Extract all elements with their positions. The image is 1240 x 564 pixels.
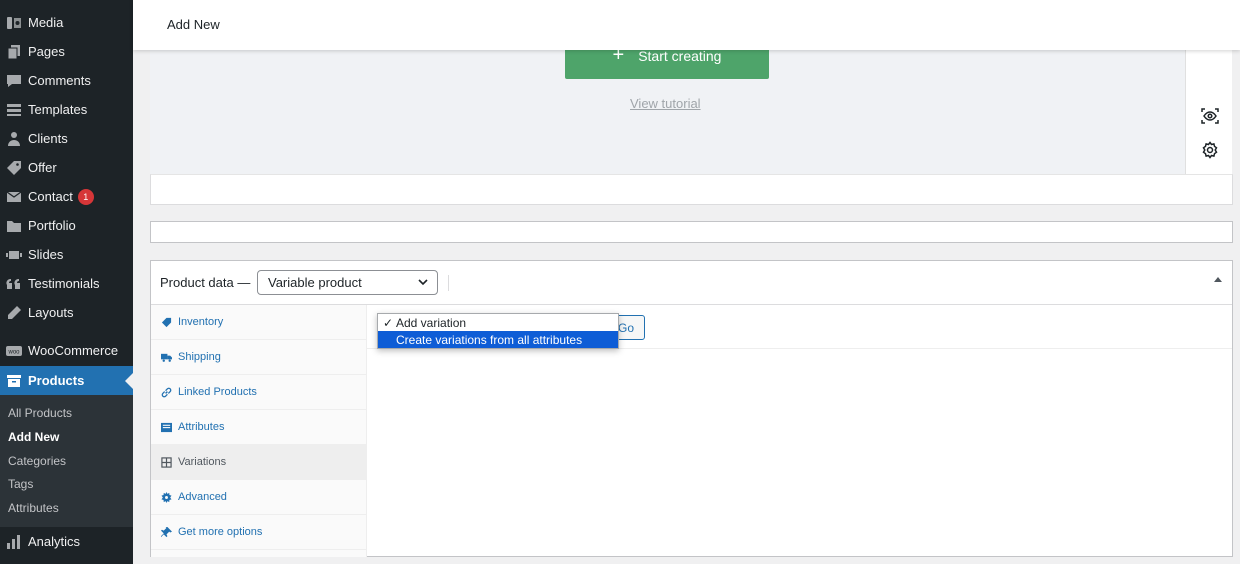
sidebar-item-label: Media bbox=[28, 15, 64, 30]
sidebar-item-pages[interactable]: Pages bbox=[0, 37, 133, 66]
media-icon bbox=[4, 15, 24, 31]
submenu-all-products[interactable]: All Products bbox=[8, 406, 72, 420]
sidebar-item-label: Layouts bbox=[28, 305, 74, 320]
tab-label: Linked Products bbox=[178, 386, 257, 398]
tab-inventory[interactable]: Inventory bbox=[151, 305, 367, 340]
variation-action-dropdown[interactable]: ✓ Add variation Create variations from a… bbox=[377, 313, 619, 349]
analytics-icon bbox=[4, 534, 24, 550]
sidebar-item-label: Products bbox=[28, 373, 85, 388]
sidebar-item-label: Testimonials bbox=[28, 276, 100, 291]
sidebar-item-portfolio[interactable]: Portfolio bbox=[0, 211, 133, 240]
tab-linked-products[interactable]: Linked Products bbox=[151, 375, 367, 410]
editor-side-tools bbox=[1185, 50, 1232, 174]
products-icon bbox=[4, 373, 24, 389]
tab-label: Variations bbox=[178, 456, 227, 468]
sidebar-item-comments[interactable]: Comments bbox=[0, 66, 133, 95]
header-divider bbox=[448, 275, 449, 291]
tab-label: Attributes bbox=[178, 421, 225, 433]
tab-shipping[interactable]: Shipping bbox=[151, 340, 367, 375]
clients-icon bbox=[4, 131, 24, 147]
sidebar-item-media[interactable]: Media bbox=[0, 8, 133, 37]
sidebar-item-label: Comments bbox=[28, 73, 91, 88]
active-indicator bbox=[125, 372, 133, 389]
tab-label: Advanced bbox=[178, 491, 227, 503]
tab-attributes[interactable]: Attributes bbox=[151, 410, 367, 445]
admin-sidebar: Media Pages Comments Templates Clients O… bbox=[0, 0, 133, 564]
plugin-icon bbox=[160, 526, 172, 538]
comments-icon bbox=[4, 73, 24, 89]
layouts-icon bbox=[4, 305, 24, 321]
sidebar-item-label: Pages bbox=[28, 44, 65, 59]
sidebar-item-label: Contact bbox=[28, 189, 73, 204]
submenu-tags[interactable]: Tags bbox=[8, 477, 33, 491]
sidebar-item-woocommerce[interactable]: woo WooCommerce bbox=[0, 336, 133, 365]
option-label: Create variations from all attributes bbox=[396, 332, 583, 347]
sidebar-item-templates[interactable]: Templates bbox=[0, 95, 133, 124]
tab-get-more-options[interactable]: Get more options bbox=[151, 515, 367, 550]
gear-icon[interactable] bbox=[1200, 140, 1220, 160]
product-type-select[interactable]: Variable product bbox=[257, 270, 438, 295]
collapsed-metabox bbox=[150, 221, 1233, 243]
checkmark-icon: ✓ bbox=[383, 315, 394, 330]
sidebar-item-testimonials[interactable]: Testimonials bbox=[0, 269, 133, 298]
collapse-toggle-icon[interactable] bbox=[1214, 277, 1222, 282]
grid-icon bbox=[160, 456, 172, 468]
sidebar-item-label: Portfolio bbox=[28, 218, 76, 233]
slides-icon bbox=[4, 247, 24, 263]
sidebar-item-label: Clients bbox=[28, 131, 68, 146]
sidebar-item-slides[interactable]: Slides bbox=[0, 240, 133, 269]
sidebar-item-contact[interactable]: Contact 1 bbox=[0, 182, 133, 211]
product-data-metabox: Product data — Variable product Inventor… bbox=[150, 260, 1233, 557]
view-tutorial-link[interactable]: View tutorial bbox=[630, 96, 701, 111]
tab-label: Shipping bbox=[178, 351, 221, 363]
testimonials-icon bbox=[4, 276, 24, 292]
editor-footer-panel bbox=[150, 174, 1233, 205]
option-label: Add variation bbox=[396, 315, 467, 330]
svg-text:woo: woo bbox=[7, 349, 20, 355]
submenu-add-new[interactable]: Add New bbox=[8, 430, 59, 444]
products-submenu: All Products Add New Categories Tags Att… bbox=[0, 395, 133, 527]
sidebar-item-label: Templates bbox=[28, 102, 88, 117]
tab-advanced[interactable]: Advanced bbox=[151, 480, 367, 515]
templates-icon bbox=[4, 102, 24, 118]
page-title: Add New bbox=[167, 17, 220, 32]
sidebar-item-label: Analytics bbox=[28, 534, 81, 549]
link-icon bbox=[160, 386, 172, 398]
sidebar-item-label: Offer bbox=[28, 160, 57, 175]
product-data-header: Product data — Variable product bbox=[151, 261, 1232, 305]
gear-icon bbox=[160, 491, 172, 503]
pages-icon bbox=[4, 44, 24, 60]
sidebar-item-layouts[interactable]: Layouts bbox=[0, 298, 133, 327]
chevron-down-icon bbox=[418, 279, 428, 286]
editor-header: Add New bbox=[133, 0, 1240, 50]
sidebar-item-label: Slides bbox=[28, 247, 64, 262]
product-data-label: Product data — bbox=[160, 275, 251, 290]
product-data-tabs: Inventory Shipping Linked Products Attri… bbox=[151, 305, 367, 557]
tab-label: Inventory bbox=[178, 316, 224, 328]
sidebar-item-analytics[interactable]: Analytics bbox=[0, 527, 133, 556]
notification-badge: 1 bbox=[77, 188, 94, 205]
offer-icon bbox=[4, 160, 24, 176]
truck-icon bbox=[160, 351, 172, 363]
tag-icon bbox=[160, 316, 172, 328]
woocommerce-icon: woo bbox=[4, 343, 24, 359]
sidebar-item-clients[interactable]: Clients bbox=[0, 124, 133, 153]
dropdown-option-create-variations[interactable]: Create variations from all attributes bbox=[378, 331, 618, 348]
portfolio-icon bbox=[4, 218, 24, 234]
submenu-categories[interactable]: Categories bbox=[8, 454, 66, 468]
tab-variations[interactable]: Variations bbox=[151, 445, 367, 480]
tab-label: Get more options bbox=[178, 526, 263, 538]
dropdown-option-add-variation[interactable]: ✓ Add variation bbox=[378, 314, 618, 331]
sidebar-item-products[interactable]: Products bbox=[0, 366, 133, 395]
list-icon bbox=[160, 421, 172, 433]
product-type-value: Variable product bbox=[268, 275, 362, 290]
submenu-attributes[interactable]: Attributes bbox=[8, 501, 59, 515]
sidebar-item-label: WooCommerce bbox=[28, 343, 119, 358]
contact-icon bbox=[4, 189, 24, 205]
preview-eye-icon[interactable] bbox=[1200, 106, 1220, 126]
sidebar-item-offer[interactable]: Offer bbox=[0, 153, 133, 182]
